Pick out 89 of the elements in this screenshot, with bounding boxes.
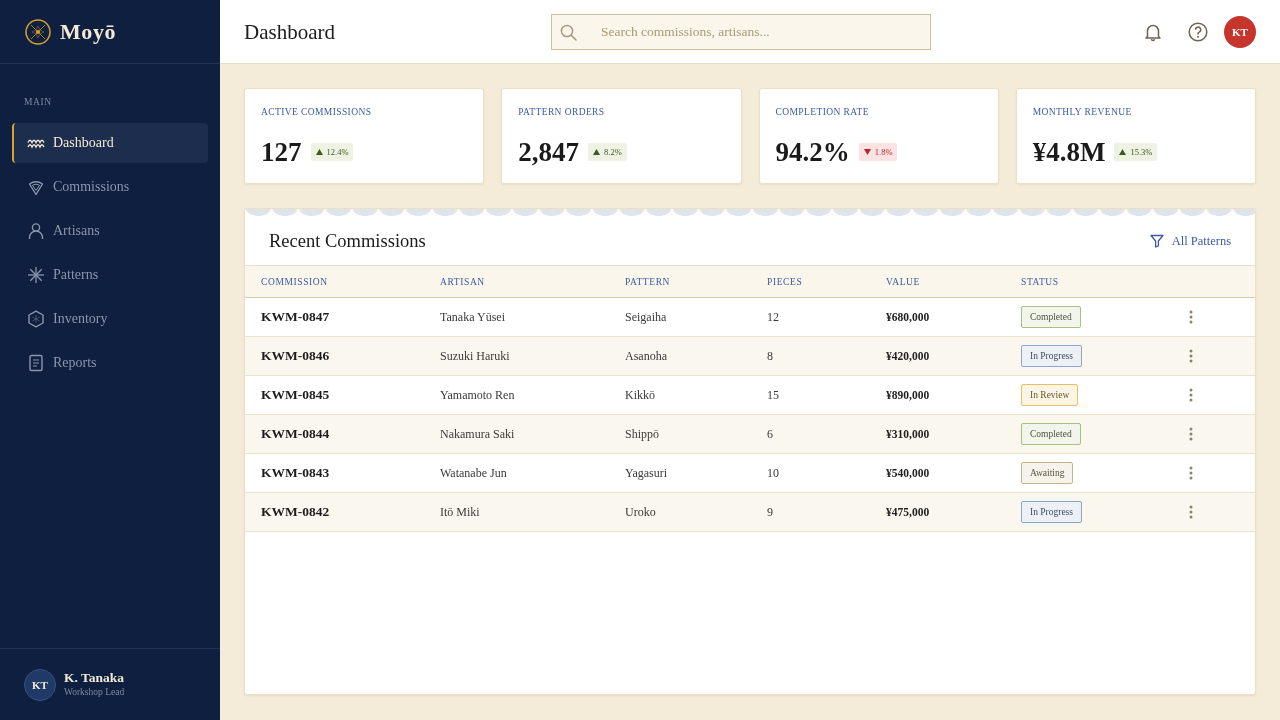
funnel-icon xyxy=(1149,234,1164,248)
gem-icon xyxy=(27,178,45,196)
artisan-name: Watanabe Jun xyxy=(440,465,507,481)
section-label: MAIN xyxy=(24,96,52,108)
status-badge: In Progress xyxy=(1021,501,1082,523)
pattern-name: Yagasuri xyxy=(625,465,668,481)
person-icon xyxy=(27,222,45,240)
column-header: COMMISSION xyxy=(261,276,328,287)
piece-count: 15 xyxy=(767,387,779,403)
trend-value: 8.2% xyxy=(604,147,622,157)
nav-item[interactable]: Dashboard xyxy=(12,123,208,163)
status-badge: Completed xyxy=(1021,423,1081,445)
trend-value: 12.4% xyxy=(326,147,349,157)
artisan-name: Suzuki Haruki xyxy=(440,348,510,364)
page-title: Dashboard xyxy=(244,18,335,46)
trend-value: 15.3% xyxy=(1130,147,1153,157)
stat-label: COMPLETION RATE xyxy=(775,106,869,118)
user-name: K. Tanaka xyxy=(64,670,125,686)
more-options-icon[interactable] xyxy=(1189,310,1193,324)
table-title: Recent Commissions xyxy=(269,230,426,252)
stat-label: PATTERN ORDERS xyxy=(518,106,605,118)
more-options-icon[interactable] xyxy=(1189,505,1193,519)
trend-value: 1.8% xyxy=(874,147,893,157)
stat-label: ACTIVE COMMISSIONS xyxy=(261,106,372,118)
more-options-icon[interactable] xyxy=(1189,427,1193,441)
commission-id: KWM-0845 xyxy=(261,387,330,403)
stat-value: ¥4.8M xyxy=(1032,137,1106,167)
pattern-name: Shippō xyxy=(625,426,659,442)
up-triangle-icon xyxy=(1119,149,1127,155)
stat-label: MONTHLY REVENUE xyxy=(1032,106,1132,118)
artisan-name: Itō Miki xyxy=(440,504,480,520)
nav-item[interactable]: Commissions xyxy=(12,167,208,207)
pattern-name: Kikkō xyxy=(625,387,655,403)
starburst-icon xyxy=(27,266,45,284)
order-value: ¥475,000 xyxy=(886,506,930,518)
down-triangle-icon xyxy=(863,149,871,155)
column-header: PATTERN xyxy=(625,276,671,287)
hexagon-icon xyxy=(27,310,45,328)
document-icon xyxy=(27,354,45,372)
status-badge: Completed xyxy=(1021,306,1081,328)
pattern-name: Asanoha xyxy=(625,348,667,364)
filter-button[interactable]: All Patterns xyxy=(1149,233,1231,249)
logo-icon xyxy=(25,18,51,45)
piece-count: 8 xyxy=(767,348,773,364)
search-field[interactable]: Search commissions, artisans... xyxy=(551,13,931,50)
order-value: ¥540,000 xyxy=(886,467,930,479)
commission-id: KWM-0842 xyxy=(261,504,330,520)
column-header: ARTISAN xyxy=(440,276,485,287)
more-options-icon[interactable] xyxy=(1189,466,1193,480)
status-badge: In Progress xyxy=(1021,345,1082,367)
artisan-name: Yamamoto Ren xyxy=(440,387,515,403)
column-header: STATUS xyxy=(1021,276,1059,287)
column-header: PIECES xyxy=(767,276,803,287)
status-badge: In Review xyxy=(1021,384,1079,406)
piece-count: 10 xyxy=(767,465,779,481)
column-header: VALUE xyxy=(886,276,920,287)
stat-value: 2,847 xyxy=(518,137,579,167)
status-badge: Awaiting xyxy=(1021,462,1074,484)
brand-name: Moyō xyxy=(60,18,117,45)
up-triangle-icon xyxy=(315,149,323,155)
user-avatar[interactable]: KT xyxy=(1224,15,1256,48)
up-triangle-icon xyxy=(593,149,600,155)
nav-item[interactable]: Patterns xyxy=(12,255,208,295)
piece-count: 12 xyxy=(767,309,779,325)
pattern-name: Uroko xyxy=(625,504,656,520)
commission-id: KWM-0844 xyxy=(261,426,330,442)
order-value: ¥420,000 xyxy=(886,350,930,362)
pattern-name: Seigaiha xyxy=(625,309,667,325)
nav-item[interactable]: Inventory xyxy=(12,299,208,339)
nav-item[interactable]: Reports xyxy=(12,343,208,383)
stat-value: 94.2% xyxy=(775,137,850,167)
commission-id: KWM-0846 xyxy=(261,348,330,364)
help-icon[interactable] xyxy=(1188,21,1208,42)
order-value: ¥890,000 xyxy=(886,389,930,401)
stat-value: 127 xyxy=(261,137,302,167)
order-value: ¥310,000 xyxy=(886,428,930,440)
artisan-name: Tanaka Yūsei xyxy=(440,309,506,325)
user-avatar: KT xyxy=(24,668,56,701)
commission-id: KWM-0847 xyxy=(261,309,330,325)
commission-id: KWM-0843 xyxy=(261,465,330,481)
more-options-icon[interactable] xyxy=(1189,349,1193,363)
piece-count: 6 xyxy=(767,426,773,442)
user-role: Workshop Lead xyxy=(64,686,125,699)
artisan-name: Nakamura Saki xyxy=(440,426,515,442)
search-icon xyxy=(560,23,577,41)
more-options-icon[interactable] xyxy=(1189,388,1193,402)
order-value: ¥680,000 xyxy=(886,311,930,323)
piece-count: 9 xyxy=(767,504,773,520)
nav-item[interactable]: Artisans xyxy=(12,211,208,251)
